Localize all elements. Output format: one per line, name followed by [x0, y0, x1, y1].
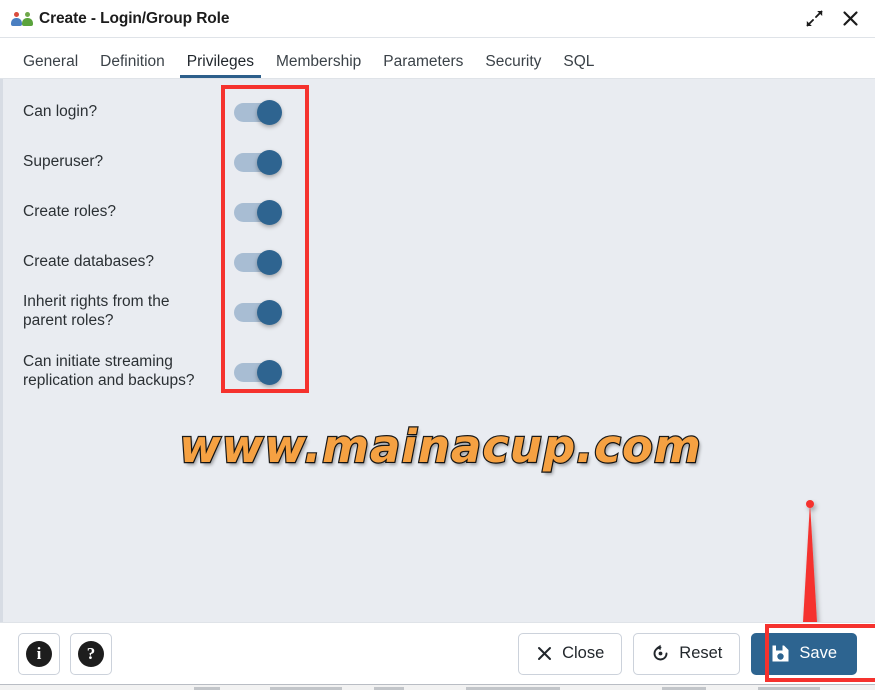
dialog-title: Create - Login/Group Role	[39, 9, 230, 27]
privileges-panel: Can login? Superuser? Create roles? Create …	[0, 79, 875, 622]
tab-privileges[interactable]: Privileges	[176, 53, 265, 79]
privilege-toggle-cell	[203, 299, 313, 325]
maximize-icon[interactable]	[803, 8, 825, 30]
create-login-group-role-dialog: Create - Login/Group Role General Defini…	[0, 0, 875, 690]
privilege-row: Create databases?	[3, 239, 333, 285]
footer-right-actions: Close Reset Save	[518, 632, 857, 675]
privilege-toggle-switch[interactable]	[234, 249, 282, 275]
tab-general[interactable]: General	[12, 53, 89, 79]
x-icon	[538, 647, 552, 660]
privilege-toggle-cell	[203, 249, 313, 275]
dialog-titlebar: Create - Login/Group Role	[0, 0, 875, 38]
tab-membership[interactable]: Membership	[265, 53, 372, 79]
privilege-label: Create roles?	[23, 202, 117, 220]
reset-button[interactable]: Reset	[633, 632, 741, 675]
privilege-row: Can login?	[3, 89, 333, 135]
background-window-strip	[0, 684, 875, 690]
privilege-label: Can initiate streaming replication and b…	[23, 353, 195, 389]
privilege-row: Inherit rights from the parent roles?	[3, 287, 333, 337]
reset-icon	[653, 644, 668, 661]
privilege-row: Create roles?	[3, 189, 333, 235]
privilege-label: Create databases?	[23, 252, 154, 270]
privilege-toggle-switch[interactable]	[234, 199, 282, 225]
privilege-toggle-cell	[203, 99, 313, 125]
privilege-toggle-cell	[203, 149, 313, 175]
privilege-toggle-switch[interactable]	[234, 99, 282, 125]
question-mark-icon: ?	[78, 640, 104, 667]
reset-button-label: Reset	[679, 644, 723, 662]
tab-parameters[interactable]: Parameters	[372, 53, 474, 79]
close-button-label: Close	[562, 644, 605, 662]
watermark-text: www.mainacup.com	[178, 419, 702, 474]
dialog-footer: i ? Close Reset Save	[0, 622, 875, 684]
tab-sql[interactable]: SQL	[552, 53, 605, 79]
save-disk-icon	[772, 645, 789, 662]
login-group-role-icon	[11, 8, 37, 30]
privilege-toggle-cell	[203, 199, 313, 225]
privilege-label: Superuser?	[23, 152, 104, 170]
footer-left-actions: i ?	[18, 632, 112, 675]
close-button[interactable]: Close	[518, 632, 623, 675]
privilege-row: Superuser?	[3, 139, 333, 185]
privilege-toggle-switch[interactable]	[234, 359, 282, 385]
info-button[interactable]: i	[18, 632, 60, 675]
close-icon[interactable]	[839, 8, 861, 30]
privilege-toggle-switch[interactable]	[234, 299, 282, 325]
privilege-label: Can login?	[23, 102, 98, 120]
save-button[interactable]: Save	[751, 632, 857, 675]
privilege-row: Can initiate streaming replication and b…	[3, 341, 333, 403]
tab-definition[interactable]: Definition	[89, 53, 176, 79]
dialog-tabbar: General Definition Privileges Membership Par…	[0, 38, 875, 79]
privilege-label: Inherit rights from the parent roles?	[23, 293, 170, 329]
titlebar-actions	[803, 8, 861, 30]
privilege-toggle-cell	[203, 359, 313, 385]
help-button[interactable]: ?	[70, 632, 112, 675]
save-arrow-annotation	[788, 499, 848, 622]
privilege-toggle-switch[interactable]	[234, 149, 282, 175]
save-button-label: Save	[799, 644, 837, 662]
info-icon: i	[26, 640, 52, 667]
tab-security[interactable]: Security	[474, 53, 552, 79]
